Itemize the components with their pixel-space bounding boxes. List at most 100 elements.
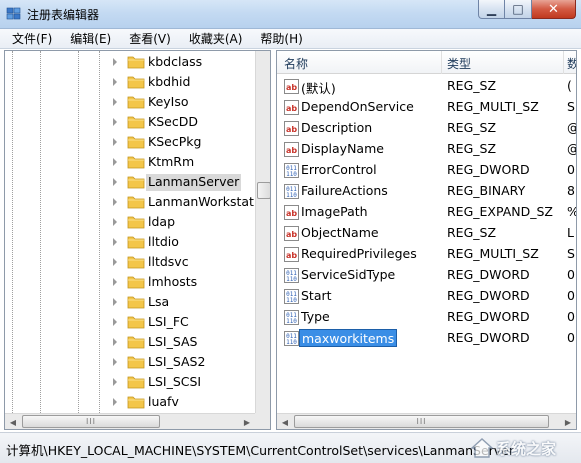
expand-arrow-icon[interactable] xyxy=(113,318,117,326)
tree-item[interactable]: lltdsvc xyxy=(5,252,255,272)
string-value-icon: ab xyxy=(284,79,299,94)
expand-arrow-icon[interactable] xyxy=(113,338,117,346)
tree-item-label: LSI_FC xyxy=(148,314,189,329)
tree-item[interactable]: ldap xyxy=(5,212,255,232)
value-data: % xyxy=(567,204,576,219)
tree-item-label: LSI_SCSI xyxy=(148,374,202,389)
column-header-name[interactable]: 名称 xyxy=(284,55,308,72)
scroll-right-arrow-icon[interactable]: ▶ xyxy=(239,414,255,429)
tree-horizontal-scrollbar[interactable]: ◀ III ▶ xyxy=(5,413,255,429)
value-row[interactable]: 011 110 FailureActions REG_BINARY 8 xyxy=(277,181,576,202)
minimize-button[interactable]: ▁ xyxy=(478,0,505,19)
expand-arrow-icon[interactable] xyxy=(113,358,117,366)
expand-arrow-icon[interactable] xyxy=(113,238,117,246)
tree-item[interactable]: LanmanWorkstatio xyxy=(5,192,265,212)
tree-item[interactable]: LanmanServer xyxy=(5,172,255,192)
close-button[interactable]: ✕ xyxy=(532,0,576,19)
value-row[interactable]: ab DisplayName REG_SZ @ xyxy=(277,139,576,160)
menu-view[interactable]: 查看(V) xyxy=(123,30,177,47)
tree-vertical-scroll-thumb[interactable] xyxy=(257,182,270,199)
tree-item[interactable]: lmhosts xyxy=(5,272,255,292)
value-data: L xyxy=(567,225,574,240)
tree-item[interactable]: LSI_SAS2 xyxy=(5,352,255,372)
string-value-icon: ab xyxy=(284,247,299,262)
menu-favorites[interactable]: 收藏夹(A) xyxy=(183,30,249,47)
value-row[interactable]: 011 110 ErrorControl REG_DWORD 0 xyxy=(277,160,576,181)
menu-file[interactable]: 文件(F) xyxy=(6,30,58,47)
tree-item-label: LSI_SAS2 xyxy=(148,354,206,369)
value-type: REG_SZ xyxy=(447,141,497,156)
expand-arrow-icon[interactable] xyxy=(113,258,117,266)
registry-path: 计算机\HKEY_LOCAL_MACHINE\SYSTEM\CurrentCon… xyxy=(6,443,515,458)
binary-value-icon: 011 110 xyxy=(284,184,299,199)
expand-arrow-icon[interactable] xyxy=(113,218,117,226)
scroll-right-arrow-icon[interactable]: ▶ xyxy=(560,414,576,429)
expand-arrow-icon[interactable] xyxy=(113,98,117,106)
watermark-house-icon xyxy=(470,438,494,458)
value-row[interactable]: ab DependOnService REG_MULTI_SZ S xyxy=(277,97,576,118)
folder-icon xyxy=(127,175,145,189)
value-row[interactable]: ab RequiredPrivileges REG_MULTI_SZ S xyxy=(277,244,576,265)
value-row[interactable]: ab (默认) REG_SZ ( xyxy=(277,76,576,97)
column-header-data[interactable]: 数 xyxy=(567,55,576,72)
expand-arrow-icon[interactable] xyxy=(113,158,117,166)
scroll-grip-icon: III xyxy=(416,417,427,426)
tree-item[interactable]: KeyIso xyxy=(5,92,255,112)
column-divider[interactable] xyxy=(441,51,442,74)
svg-text:ab: ab xyxy=(286,146,297,155)
menu-edit[interactable]: 编辑(E) xyxy=(64,30,117,47)
value-row[interactable]: 011 110 Type REG_DWORD 0 xyxy=(277,307,576,328)
expand-arrow-icon[interactable] xyxy=(113,178,117,186)
registry-values-list[interactable]: 名称 类型 数 ab (默认) REG_SZ (ab DependOnService RE… xyxy=(276,50,577,430)
title-bar[interactable]: 注册表编辑器 ▁ □ ✕ xyxy=(0,0,581,29)
folder-icon xyxy=(127,275,145,289)
column-divider[interactable] xyxy=(563,51,564,74)
expand-arrow-icon[interactable] xyxy=(113,298,117,306)
values-horizontal-scrollbar[interactable]: ◀ III ▶ xyxy=(277,413,576,429)
expand-arrow-icon[interactable] xyxy=(113,58,117,66)
value-type: REG_MULTI_SZ xyxy=(447,99,539,114)
value-row[interactable]: 011 110 Start REG_DWORD 0 xyxy=(277,286,576,307)
tree-item[interactable]: KSecDD xyxy=(5,112,255,132)
svg-text:ab: ab xyxy=(286,104,297,113)
expand-arrow-icon[interactable] xyxy=(113,78,117,86)
column-header-type[interactable]: 类型 xyxy=(447,55,471,72)
tree-horizontal-scroll-thumb[interactable]: III xyxy=(22,415,160,428)
menu-help[interactable]: 帮助(H) xyxy=(254,30,308,47)
tree-item[interactable]: KtmRm xyxy=(5,152,255,172)
value-row[interactable]: ab ObjectName REG_SZ L xyxy=(277,223,576,244)
registry-key-tree[interactable]: kbdclass kbdhid KeyIso KSecDD KSecPkg KtmRm La… xyxy=(4,50,271,430)
tree-vertical-scrollbar[interactable] xyxy=(255,51,270,413)
expand-arrow-icon[interactable] xyxy=(113,278,117,286)
tree-item[interactable]: KSecPkg xyxy=(5,132,255,152)
tree-item[interactable]: luafv xyxy=(5,392,255,412)
value-row[interactable]: ab ImagePath REG_EXPAND_SZ% xyxy=(277,202,576,223)
values-horizontal-scroll-thumb[interactable]: III xyxy=(294,415,549,428)
value-name-edit-field[interactable]: maxworkitems xyxy=(299,329,398,347)
scroll-left-arrow-icon[interactable]: ◀ xyxy=(5,414,21,429)
tree-item[interactable]: Lsa xyxy=(5,292,255,312)
menu-bar: 文件(F) 编辑(E) 查看(V) 收藏夹(A) 帮助(H) xyxy=(0,29,581,49)
value-row[interactable]: 011 110 maxworkitems REG_DWORD 0 xyxy=(277,328,576,349)
expand-arrow-icon[interactable] xyxy=(113,138,117,146)
value-row[interactable]: ab Description REG_SZ @ xyxy=(277,118,576,139)
maximize-button[interactable]: □ xyxy=(505,0,532,19)
tree-item[interactable]: lltdio xyxy=(5,232,255,252)
tree-item[interactable]: LSI_FC xyxy=(5,312,255,332)
tree-item[interactable]: LSI_SCSI xyxy=(5,372,255,392)
tree-item[interactable]: kbdhid xyxy=(5,72,255,92)
value-row[interactable]: 011 110 ServiceSidType REG_DWORD 0 xyxy=(277,265,576,286)
string-value-icon: ab xyxy=(284,226,299,241)
tree-item[interactable]: LSI_SAS xyxy=(5,332,255,352)
tree-item-label: lltdsvc xyxy=(148,254,189,269)
value-data: 0 xyxy=(567,162,575,177)
expand-arrow-icon[interactable] xyxy=(113,378,117,386)
expand-arrow-icon[interactable] xyxy=(113,398,117,406)
tree-item[interactable]: kbdclass xyxy=(5,52,255,72)
registry-editor-app-icon xyxy=(6,7,21,20)
scroll-left-arrow-icon[interactable]: ◀ xyxy=(277,414,293,429)
expand-arrow-icon[interactable] xyxy=(113,198,117,206)
binary-value-icon: 011 110 xyxy=(284,268,299,283)
expand-arrow-icon[interactable] xyxy=(113,118,117,126)
binary-value-icon: 011 110 xyxy=(284,331,299,346)
